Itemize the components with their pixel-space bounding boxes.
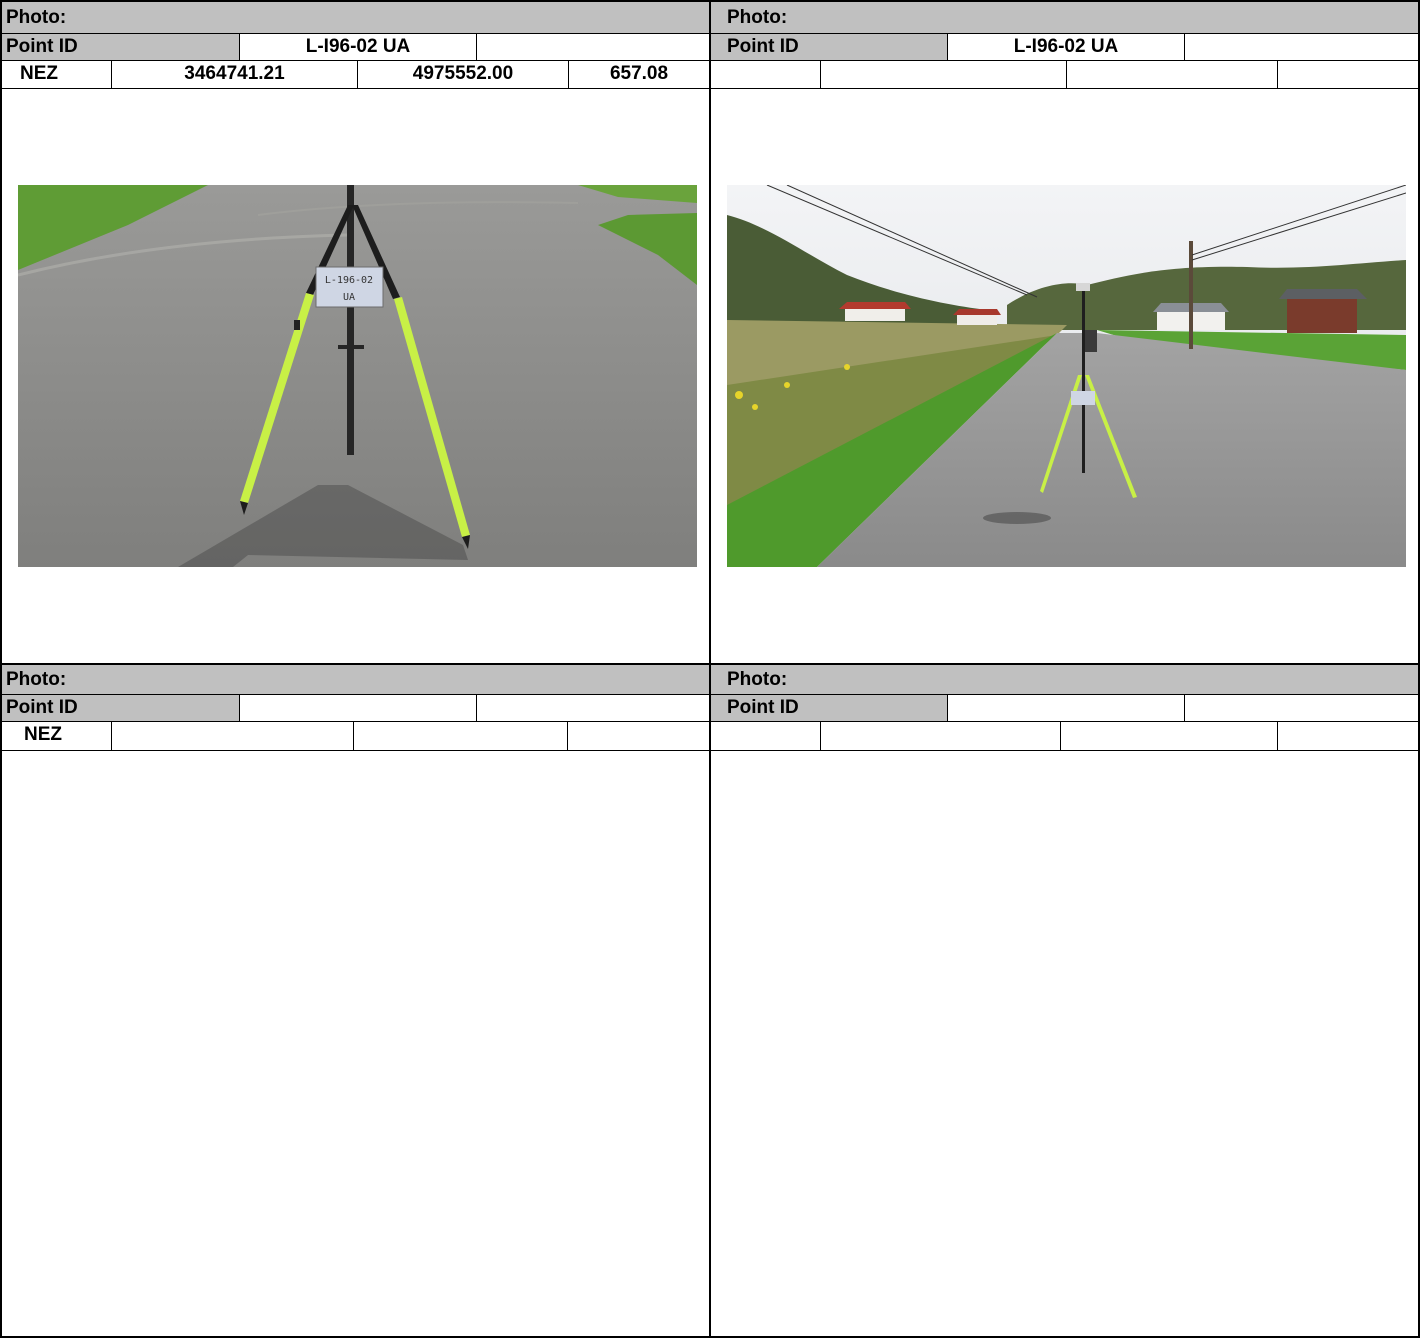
roadview-tripod-photo (727, 185, 1406, 567)
photo-label: Photo: (727, 7, 788, 28)
point-id-label: Point ID (2, 34, 240, 60)
photo-sheet-3: Photo: Point ID NEZ (0, 663, 711, 1338)
point-id-extra (477, 695, 709, 721)
photo-label-row: Photo: (711, 665, 1418, 695)
point-id-row: Point ID L-I96-02 UA (2, 34, 709, 61)
nez-row (711, 722, 1418, 751)
closeup-tripod-photo: L-196-02 UA (18, 185, 697, 567)
easting-value: 4975552.00 (358, 61, 569, 88)
photo-label: Photo: (6, 7, 67, 28)
northing-value: 3464741.21 (112, 61, 358, 88)
point-id-value (240, 695, 477, 721)
northing-empty (821, 722, 1061, 750)
elevation-empty (1278, 61, 1418, 88)
point-id-extra (1185, 34, 1418, 60)
nez-row: NEZ (2, 722, 709, 751)
photo-label-row: Photo: (2, 665, 709, 695)
point-id-extra (1185, 695, 1418, 721)
photo-label-row: Photo: (711, 2, 1418, 34)
point-id-value: L-I96-02 UA (240, 34, 477, 60)
northing-empty (112, 722, 354, 750)
point-id-label: Point ID (711, 695, 948, 721)
point-id-label: Point ID (2, 695, 240, 721)
easting-empty (1067, 61, 1278, 88)
northing-empty (821, 61, 1067, 88)
photo-label: Photo: (727, 669, 788, 690)
point-id-value: L-I96-02 UA (948, 34, 1185, 60)
point-id-value (948, 695, 1185, 721)
photo-label: Photo: (6, 669, 67, 690)
point-id-label: Point ID (711, 34, 948, 60)
point-id-row: Point ID (711, 695, 1418, 722)
photo-sheet-4: Photo: Point ID (709, 663, 1420, 1338)
elevation-empty (1278, 722, 1418, 750)
nez-label: NEZ (2, 61, 112, 88)
point-id-row: Point ID L-I96-02 UA (711, 34, 1418, 61)
easting-empty (354, 722, 568, 750)
elevation-empty (568, 722, 709, 750)
nez-label-empty (711, 61, 821, 88)
nez-row (711, 61, 1418, 89)
sign-text-line1: L-196-02 (325, 275, 373, 286)
point-id-row: Point ID (2, 695, 709, 722)
nez-label: NEZ (2, 722, 112, 750)
elevation-value: 657.08 (609, 63, 669, 84)
nez-label-empty (711, 722, 821, 750)
sign-text-line2: UA (343, 292, 355, 303)
point-id-extra (477, 34, 709, 60)
photo-sheet-2: Photo: Point ID L-I96-02 UA (709, 0, 1420, 665)
nez-row: NEZ 3464741.21 4975552.00 657.08 (2, 61, 709, 89)
photo-label-row: Photo: (2, 2, 709, 34)
easting-empty (1061, 722, 1278, 750)
photo-sheet-1: Photo: Point ID L-I96-02 UA NEZ 3464741.… (0, 0, 711, 665)
